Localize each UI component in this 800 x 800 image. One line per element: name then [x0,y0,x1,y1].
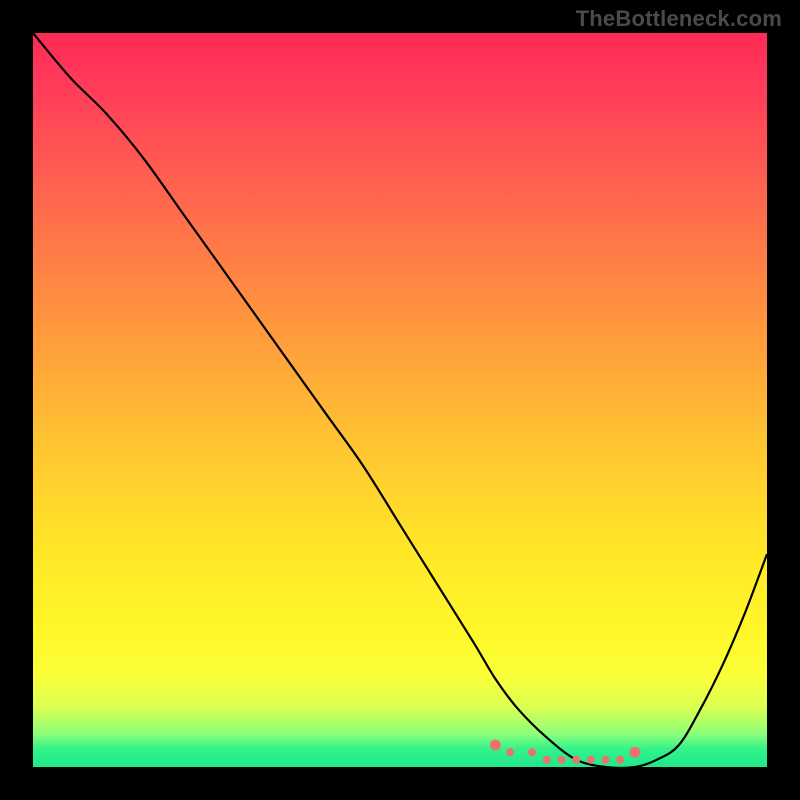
chart-svg [33,33,767,767]
optimal-dot [506,748,514,756]
optimal-dot [629,747,640,758]
optimal-dot [602,756,610,764]
optimal-dot [616,756,624,764]
bottleneck-curve-line [33,33,767,767]
watermark-text: TheBottleneck.com [576,6,782,32]
optimal-dot [528,748,536,756]
optimal-dot [558,756,566,764]
optimal-dot [587,756,595,764]
optimal-dot [490,740,501,751]
optimal-dot [572,756,580,764]
chart-container: TheBottleneck.com [0,0,800,800]
plot-area [33,33,767,767]
optimal-dot [543,756,551,764]
